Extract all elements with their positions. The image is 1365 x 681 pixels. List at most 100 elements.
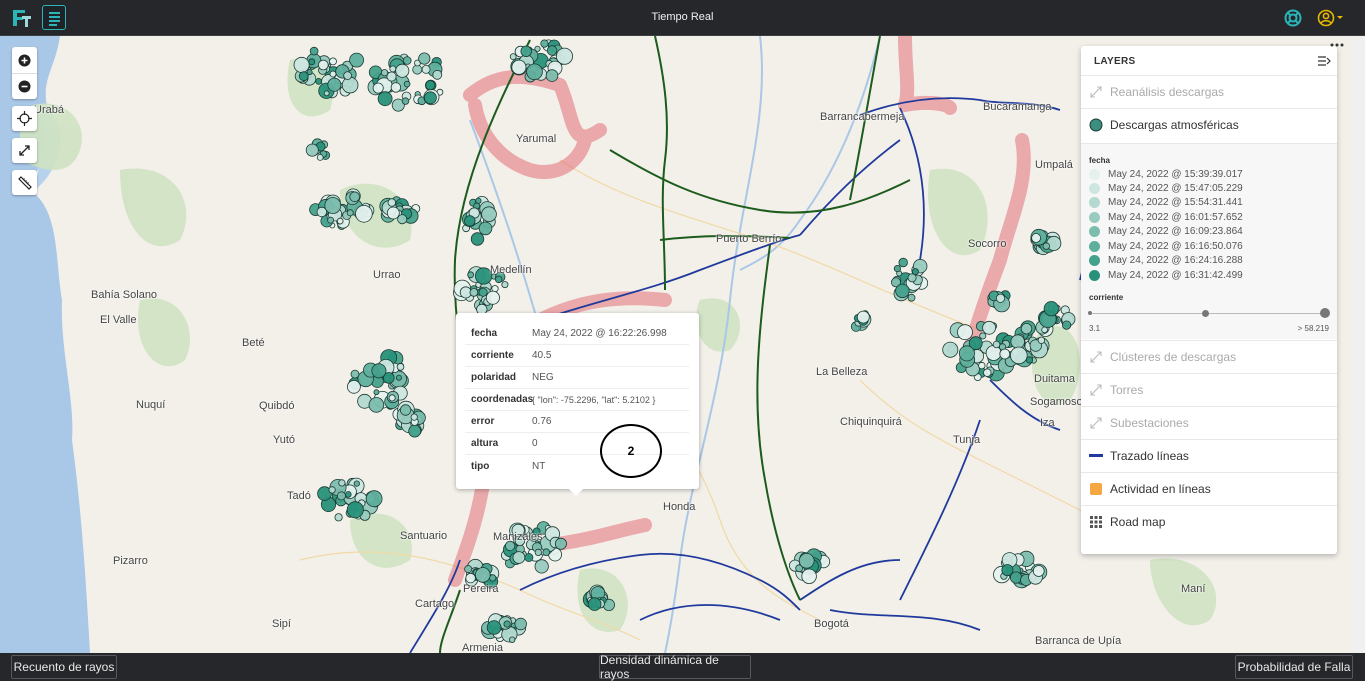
strike-point[interactable] — [395, 374, 402, 381]
strike-point[interactable] — [1042, 242, 1050, 250]
strike-point[interactable] — [423, 91, 437, 105]
strike-point[interactable] — [349, 52, 365, 68]
strike-point[interactable] — [329, 70, 337, 78]
strike-point[interactable] — [520, 45, 532, 58]
strike-point[interactable] — [336, 217, 344, 225]
strike-point[interactable] — [418, 52, 431, 65]
strike-point[interactable] — [315, 78, 323, 85]
strike-point[interactable] — [474, 567, 491, 583]
strike-point[interactable] — [402, 56, 412, 65]
strike-point[interactable] — [534, 548, 542, 557]
strike-point[interactable] — [395, 63, 410, 78]
strike-point[interactable] — [329, 57, 337, 66]
strike-point[interactable] — [399, 404, 412, 416]
zoom-in-button[interactable] — [12, 47, 37, 73]
strike-point[interactable] — [495, 275, 503, 284]
strike-point[interactable] — [343, 71, 352, 80]
layer-actividad-lineas[interactable]: Actividad en líneas — [1081, 472, 1337, 505]
strike-point[interactable] — [365, 490, 383, 508]
strike-point[interactable] — [421, 65, 431, 74]
strike-point[interactable] — [336, 491, 346, 501]
strike-point[interactable] — [464, 565, 473, 574]
strike-point[interactable] — [1031, 233, 1041, 243]
strike-point[interactable] — [856, 310, 870, 324]
strike-point[interactable] — [503, 620, 511, 628]
strike-point[interactable] — [509, 53, 517, 60]
strike-point[interactable] — [511, 59, 527, 75]
strike-point[interactable] — [556, 47, 574, 65]
strike-point[interactable] — [512, 551, 526, 564]
strike-point[interactable] — [309, 46, 319, 56]
strike-point[interactable] — [546, 45, 558, 56]
user-menu-icon[interactable] — [1316, 8, 1346, 28]
strike-point[interactable] — [999, 348, 1011, 360]
probabilidad-falla-button[interactable]: Probabilidad de Falla — [1235, 655, 1353, 679]
strike-point[interactable] — [554, 537, 567, 550]
strike-point[interactable] — [478, 221, 493, 236]
strike-point[interactable] — [344, 491, 352, 498]
strike-point[interactable] — [514, 617, 527, 631]
strike-point[interactable] — [327, 216, 335, 224]
strike-point[interactable] — [534, 45, 541, 52]
strike-point[interactable] — [1032, 565, 1045, 577]
strike-point[interactable] — [1009, 346, 1028, 365]
strike-point[interactable] — [798, 552, 815, 569]
strike-point[interactable] — [386, 206, 400, 220]
strike-point[interactable] — [334, 513, 343, 522]
strike-point[interactable] — [526, 63, 543, 81]
strike-point[interactable] — [373, 389, 380, 396]
strike-point[interactable] — [979, 332, 987, 340]
layer-torres[interactable]: Torres — [1081, 373, 1337, 406]
densidad-dinamica-button[interactable]: Densidad dinámica de rayos — [599, 653, 751, 681]
strike-point[interactable] — [317, 59, 329, 71]
strike-point[interactable] — [305, 143, 319, 157]
strike-point[interactable] — [470, 232, 485, 246]
strike-point[interactable] — [387, 198, 396, 207]
strike-point[interactable] — [995, 293, 1006, 303]
strike-point[interactable] — [982, 320, 996, 335]
strike-point[interactable] — [1037, 336, 1046, 344]
strike-point[interactable] — [386, 71, 397, 82]
strike-point[interactable] — [380, 69, 389, 77]
zoom-out-button[interactable] — [12, 73, 37, 99]
strike-point[interactable] — [368, 397, 385, 413]
strike-point[interactable] — [907, 293, 916, 302]
strike-point[interactable] — [485, 290, 500, 305]
strike-point[interactable] — [397, 214, 408, 225]
strike-point[interactable] — [1001, 564, 1014, 577]
collapse-panel-icon[interactable] — [1317, 55, 1331, 67]
recuento-rayos-button[interactable]: Recuento de rayos — [11, 655, 117, 679]
layer-trazado-lineas[interactable]: Trazado líneas — [1081, 439, 1337, 472]
strike-point[interactable] — [486, 620, 502, 635]
strike-point[interactable] — [323, 90, 330, 97]
strike-point[interactable] — [372, 82, 384, 94]
strike-point[interactable] — [957, 324, 973, 341]
strike-point[interactable] — [346, 501, 364, 519]
strike-point[interactable] — [985, 345, 1002, 361]
strike-point[interactable] — [338, 479, 346, 487]
strike-point[interactable] — [1043, 301, 1059, 317]
strike-point[interactable] — [467, 271, 475, 279]
strike-point[interactable] — [1041, 326, 1048, 334]
map-scrollbar[interactable] — [1352, 38, 1365, 653]
strike-point[interactable] — [390, 82, 402, 93]
strike-point[interactable] — [1062, 320, 1072, 330]
strike-point[interactable] — [1020, 323, 1033, 335]
strike-point[interactable] — [353, 480, 360, 487]
strike-point[interactable] — [895, 283, 910, 299]
strike-point[interactable] — [410, 413, 418, 421]
strike-point[interactable] — [316, 153, 324, 161]
strike-point[interactable] — [481, 206, 497, 223]
strike-point[interactable] — [408, 424, 422, 438]
strike-point[interactable] — [983, 368, 992, 377]
strike-point[interactable] — [346, 209, 354, 217]
strike-point[interactable] — [898, 257, 908, 268]
strike-point[interactable] — [478, 287, 488, 297]
locate-button[interactable] — [12, 106, 37, 131]
strike-point[interactable] — [425, 80, 436, 91]
strike-point[interactable] — [341, 76, 359, 94]
strike-point[interactable] — [432, 69, 443, 80]
strike-point[interactable] — [328, 486, 336, 494]
strike-point[interactable] — [349, 191, 361, 203]
strike-point[interactable] — [501, 281, 509, 289]
